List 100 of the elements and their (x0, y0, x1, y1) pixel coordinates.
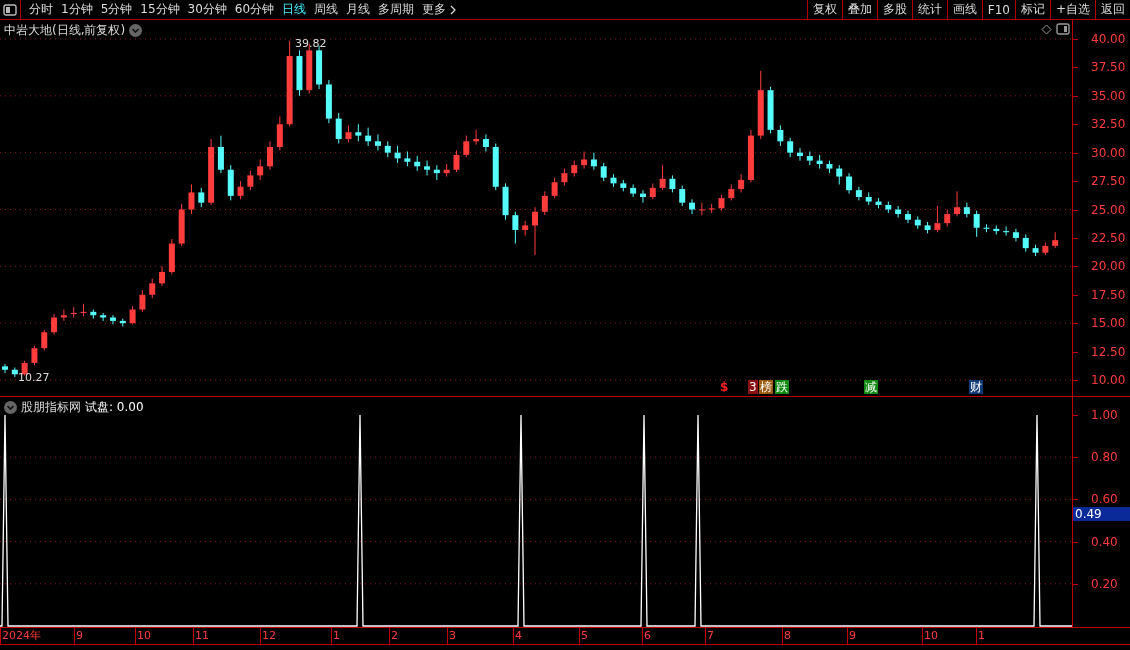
period-tab[interactable]: 周线 (314, 1, 339, 18)
date-label: 2 (391, 629, 398, 643)
panel-toggle-icon[interactable] (1056, 23, 1070, 35)
axis-label: 1.00 (1091, 408, 1118, 422)
candlestick (482, 133, 489, 153)
axis-label: 10.00 (1091, 373, 1126, 387)
candlestick (532, 206, 538, 256)
candlestick (188, 183, 195, 215)
candlestick (659, 164, 666, 191)
date-label: 3 (449, 629, 456, 643)
axis-label: 37.50 (1091, 60, 1126, 75)
date-label: 10 (924, 629, 938, 643)
candlestick (639, 189, 646, 204)
date-label: 4 (515, 629, 522, 643)
period-tab[interactable]: 1分钟 (61, 1, 93, 18)
date-label: 8 (784, 629, 791, 643)
candlestick (679, 185, 686, 207)
candlestick (590, 152, 597, 171)
candlestick (541, 190, 548, 216)
date-label: 6 (644, 629, 651, 643)
axis-label: 40.00 (1091, 32, 1126, 46)
date-label: 9 (849, 629, 856, 643)
candlestick (963, 202, 970, 218)
axis-label: 15.00 (1091, 316, 1126, 331)
date-label: 7 (707, 629, 714, 643)
indicator-name: 股朋指标网 (21, 399, 81, 416)
dollar-marker[interactable]: $ (720, 380, 729, 394)
candlestick (129, 305, 136, 325)
candlestick (512, 211, 519, 245)
low-price-label: 10.27 (18, 371, 50, 384)
candlestick (237, 180, 244, 200)
event-tag[interactable]: 3 (748, 380, 758, 394)
candlestick (904, 210, 911, 224)
axis-label: 32.50 (1091, 117, 1126, 132)
date-label: 1 (978, 629, 985, 643)
candlestick (109, 314, 116, 325)
candlestick (787, 137, 794, 158)
event-tag[interactable]: 跌 (775, 380, 789, 394)
date-label: 12 (262, 629, 276, 643)
candlestick (217, 135, 224, 174)
date-label: 5 (581, 629, 588, 643)
candlestick (424, 160, 431, 176)
candlestick (738, 173, 745, 193)
axis-label: 35.00 (1091, 88, 1126, 103)
candlestick (139, 289, 146, 313)
chevron-down-icon[interactable] (129, 24, 143, 37)
axis-label: 25.00 (1091, 202, 1126, 217)
axis-label: 0.20 (1091, 576, 1118, 591)
candlestick (777, 124, 784, 147)
period-tab[interactable]: 月线 (346, 1, 371, 18)
period-tab[interactable]: 60分钟 (234, 1, 275, 18)
date-label: 10 (137, 629, 151, 643)
high-price-label: 39.82 (295, 37, 327, 50)
axis-label: 0.80 (1091, 450, 1118, 465)
candlestick (159, 265, 166, 287)
layout-toggle-button[interactable] (0, 0, 21, 19)
axis-label: 30.00 (1091, 145, 1126, 160)
axis-label: 17.50 (1091, 287, 1126, 302)
chevron-down-icon[interactable] (4, 401, 17, 414)
candlestick (934, 205, 941, 233)
event-tag[interactable]: 减 (864, 380, 878, 394)
candlestick (433, 164, 440, 181)
candlestick (267, 140, 273, 171)
candlestick (797, 147, 803, 162)
candlestick (954, 190, 961, 217)
period-tab[interactable]: 分时 (29, 1, 53, 18)
candlestick (41, 329, 48, 351)
date-label: 2024年 (2, 629, 41, 643)
current-value-badge: 0.49 (1073, 507, 1130, 521)
axis-label: 27.50 (1091, 174, 1126, 189)
candlestick (973, 210, 980, 238)
event-tag[interactable]: 财 (969, 380, 983, 394)
period-tab[interactable]: 5分钟 (100, 1, 133, 18)
more-menu[interactable]: 更多 (422, 1, 458, 18)
candlestick (276, 115, 283, 151)
axis-label: 12.50 (1091, 344, 1126, 359)
diamond-icon[interactable] (1041, 24, 1052, 35)
candlestick (51, 313, 58, 336)
candlestick (2, 363, 8, 374)
date-label: 9 (76, 629, 83, 643)
candlestick (1012, 228, 1019, 242)
candlestick (836, 164, 843, 185)
indicator-reading: 试盘: 0.00 (85, 399, 144, 416)
candlestick (689, 198, 696, 215)
period-tab[interactable]: 30分钟 (187, 1, 227, 18)
candlestick (31, 345, 38, 366)
candlestick (335, 112, 342, 145)
axis-label: 0.40 (1091, 534, 1118, 549)
stock-title: 中岩大地(日线,前复权) (4, 22, 126, 39)
candlestick (630, 183, 637, 198)
event-tag[interactable]: 榜 (759, 380, 773, 394)
candlestick (374, 133, 381, 151)
period-tab[interactable]: 15分钟 (140, 1, 180, 18)
date-label: 11 (195, 629, 209, 643)
period-tab[interactable]: 日线 (282, 1, 307, 18)
candlestick (463, 135, 470, 158)
candlestick (846, 172, 853, 195)
date-label: 1 (333, 629, 340, 643)
period-tab[interactable]: 多周期 (378, 1, 415, 18)
chevron-right-icon (449, 3, 458, 16)
